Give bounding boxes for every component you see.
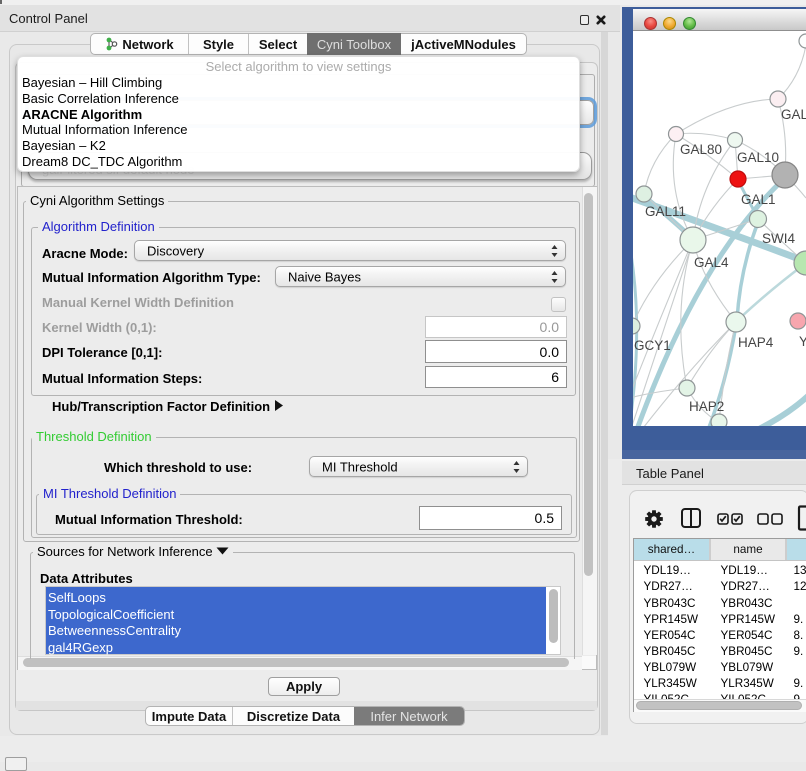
svg-text:GCY1: GCY1 — [634, 338, 671, 353]
svg-text:GAL10: GAL10 — [737, 150, 779, 165]
svg-text:HAP2: HAP2 — [689, 399, 724, 414]
svg-text:HAP4: HAP4 — [738, 335, 774, 350]
svg-text:GAL11: GAL11 — [645, 204, 686, 219]
svg-text:GAL7: GAL7 — [781, 107, 806, 122]
svg-text:GAL1: GAL1 — [741, 192, 776, 207]
svg-text:GAL80: GAL80 — [680, 142, 722, 157]
svg-text:SWI4: SWI4 — [762, 231, 795, 246]
svg-text:Y: Y — [799, 334, 806, 349]
svg-text:GAL4: GAL4 — [694, 255, 729, 270]
